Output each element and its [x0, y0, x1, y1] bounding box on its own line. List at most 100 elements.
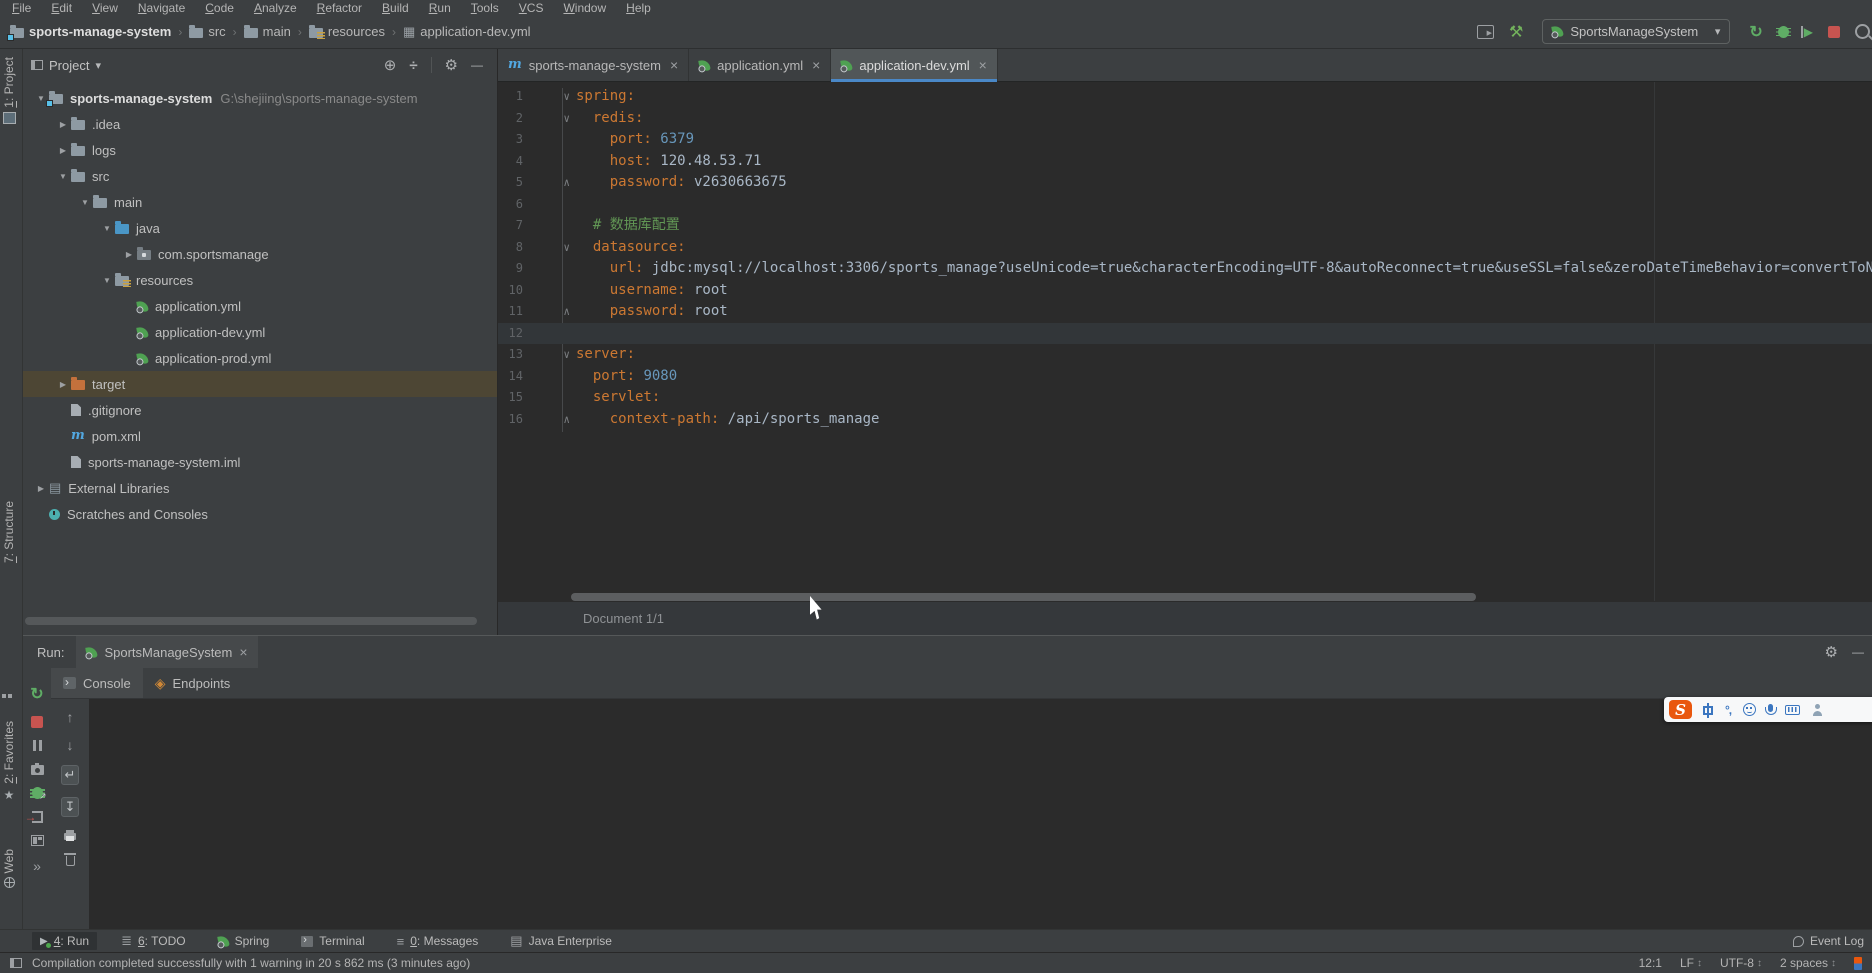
- stripe-button-web[interactable]: Web: [2, 849, 16, 888]
- tree-row-idea[interactable]: ▶.idea: [23, 111, 497, 137]
- code-line-3[interactable]: 3 port: 6379: [498, 129, 1872, 151]
- menu-refactor[interactable]: Refactor: [317, 1, 362, 15]
- code-line-4[interactable]: 4 host: 120.48.53.71: [498, 151, 1872, 173]
- caret-position-widget[interactable]: 12:1: [1639, 956, 1662, 970]
- rerun-icon[interactable]: [30, 684, 43, 704]
- fold-down-icon[interactable]: ∨: [523, 344, 576, 366]
- editor-horizontal-scrollbar[interactable]: [571, 593, 1476, 601]
- tree-row-logs[interactable]: ▶logs: [23, 137, 497, 163]
- close-icon[interactable]: [670, 57, 678, 73]
- more-icon[interactable]: [33, 858, 41, 874]
- trash-icon[interactable]: [66, 856, 75, 866]
- tree-row-com-sportsmanage[interactable]: ▶com.sportsmanage: [23, 241, 497, 267]
- code-line-16[interactable]: 16∧ context-path: /api/sports_manage: [498, 409, 1872, 431]
- toolwindow-button-java-enterprise[interactable]: Java Enterprise: [502, 931, 620, 951]
- breadcrumb-item-sports-manage-system[interactable]: sports-manage-system: [10, 24, 171, 39]
- tree-arrow-right-icon[interactable]: ▶: [55, 146, 71, 155]
- menu-build[interactable]: Build: [382, 1, 409, 15]
- code-line-14[interactable]: 14 port: 9080: [498, 366, 1872, 388]
- pause-icon[interactable]: [33, 740, 42, 751]
- tree-row-sports-manage-system[interactable]: ▼sports-manage-systemG:\shejiing\sports-…: [23, 85, 497, 111]
- build-hammer-icon[interactable]: [1509, 22, 1523, 42]
- ime-toolbar[interactable]: S: [1664, 697, 1872, 722]
- console-output-area[interactable]: [89, 699, 1872, 929]
- toolwindow-button-messages[interactable]: 0: Messages: [389, 932, 487, 951]
- toggle-soft-wrap[interactable]: [61, 765, 80, 785]
- gear-icon[interactable]: [1825, 643, 1838, 661]
- close-icon[interactable]: [239, 644, 247, 660]
- menu-run[interactable]: Run: [429, 1, 451, 15]
- toolwindow-button-run[interactable]: 4: Run: [32, 932, 97, 950]
- stop-icon[interactable]: [31, 716, 43, 728]
- tree-arrow-right-icon[interactable]: ▶: [33, 484, 49, 493]
- show-window-icon[interactable]: [1477, 25, 1494, 39]
- search-icon[interactable]: [1855, 24, 1870, 39]
- code-line-5[interactable]: 5∧ password: v2630663675: [498, 172, 1872, 194]
- hide-icon[interactable]: [1852, 645, 1864, 659]
- code-line-8[interactable]: 8∨ datasource:: [498, 237, 1872, 259]
- tree-row-external-libraries[interactable]: ▶External Libraries: [23, 475, 497, 501]
- tree-row-application-yml[interactable]: application.yml: [23, 293, 497, 319]
- emoji-icon[interactable]: [1743, 703, 1756, 716]
- tree-arrow-right-icon[interactable]: ▶: [55, 380, 71, 389]
- code-line-6[interactable]: 6: [498, 194, 1872, 216]
- editor-tab-application-dev-yml[interactable]: application-dev.yml: [831, 49, 998, 81]
- toolwindow-button-spring[interactable]: Spring: [210, 932, 278, 950]
- fold-up-icon[interactable]: ∧: [523, 172, 576, 194]
- menu-help[interactable]: Help: [626, 1, 651, 15]
- toolwindow-button-todo[interactable]: 6: TODO: [113, 931, 194, 951]
- code-line-11[interactable]: 11∧ password: root: [498, 301, 1872, 323]
- tree-arrow-down-icon[interactable]: ▼: [99, 276, 115, 285]
- close-icon[interactable]: [979, 57, 987, 73]
- console-tab-console[interactable]: Console: [51, 668, 143, 698]
- fold-down-icon[interactable]: ∨: [523, 86, 576, 108]
- stop-icon[interactable]: [1828, 26, 1840, 38]
- camera-icon[interactable]: [31, 765, 44, 775]
- stripe-button-structure[interactable]: 7: Structure: [2, 501, 16, 563]
- editor-tab-sports-manage-system[interactable]: sports-manage-system: [498, 49, 689, 81]
- code-line-12[interactable]: 12: [498, 323, 1872, 345]
- tree-row-application-dev-yml[interactable]: application-dev.yml: [23, 319, 497, 345]
- tree-arrow-right-icon[interactable]: ▶: [121, 250, 137, 259]
- code-line-10[interactable]: 10 username: root: [498, 280, 1872, 302]
- project-panel-title[interactable]: Project: [49, 58, 89, 73]
- code-line-15[interactable]: 15 servlet:: [498, 387, 1872, 409]
- project-horizontal-scrollbar[interactable]: [25, 617, 477, 625]
- menu-window[interactable]: Window: [563, 1, 606, 15]
- editor-tab-application-yml[interactable]: application.yml: [689, 49, 831, 81]
- close-icon[interactable]: [812, 57, 820, 73]
- menu-tools[interactable]: Tools: [471, 1, 499, 15]
- menu-edit[interactable]: Edit: [51, 1, 72, 15]
- chinese-icon[interactable]: [1703, 706, 1713, 715]
- tree-row-java[interactable]: ▼java: [23, 215, 497, 241]
- code-line-7[interactable]: 7 # 数据库配置: [498, 215, 1872, 237]
- chevron-down-icon[interactable]: [95, 59, 101, 72]
- print-icon[interactable]: [64, 833, 76, 840]
- toolwindow-toggle-icon[interactable]: [10, 958, 22, 968]
- event-log-button[interactable]: Event Log: [1793, 934, 1872, 948]
- fold-down-icon[interactable]: ∨: [523, 108, 576, 130]
- menu-vcs[interactable]: VCS: [519, 1, 544, 15]
- menu-analyze[interactable]: Analyze: [254, 1, 297, 15]
- stripe-button-project[interactable]: 1: Project: [2, 57, 16, 124]
- tree-row-pom-xml[interactable]: pom.xml: [23, 423, 497, 449]
- menu-navigate[interactable]: Navigate: [138, 1, 185, 15]
- collapse-icon[interactable]: [409, 57, 417, 74]
- breadcrumb-item-resources[interactable]: resources: [309, 24, 385, 39]
- code-line-9[interactable]: 9 url: jdbc:mysql://localhost:3306/sport…: [498, 258, 1872, 280]
- down-icon[interactable]: [67, 737, 74, 753]
- fold-up-icon[interactable]: ∧: [523, 301, 576, 323]
- encoding-widget[interactable]: UTF-8↕: [1720, 956, 1762, 970]
- coverage-icon[interactable]: [1804, 25, 1813, 39]
- tree-row-target[interactable]: ▶target: [23, 371, 497, 397]
- run-configuration-tab[interactable]: SportsManageSystem: [76, 636, 257, 668]
- breadcrumb-item-main[interactable]: main: [244, 24, 291, 39]
- fold-up-icon[interactable]: ∧: [523, 409, 576, 431]
- rerun-icon[interactable]: [1749, 22, 1762, 42]
- keyboard-icon[interactable]: [1785, 705, 1800, 715]
- tree-row-application-prod-yml[interactable]: application-prod.yml: [23, 345, 497, 371]
- toolwindow-button-terminal[interactable]: Terminal: [293, 932, 372, 950]
- debug-icon[interactable]: [1778, 26, 1789, 38]
- tree-arrow-right-icon[interactable]: ▶: [55, 120, 71, 129]
- restart-debug-icon[interactable]: [32, 787, 43, 799]
